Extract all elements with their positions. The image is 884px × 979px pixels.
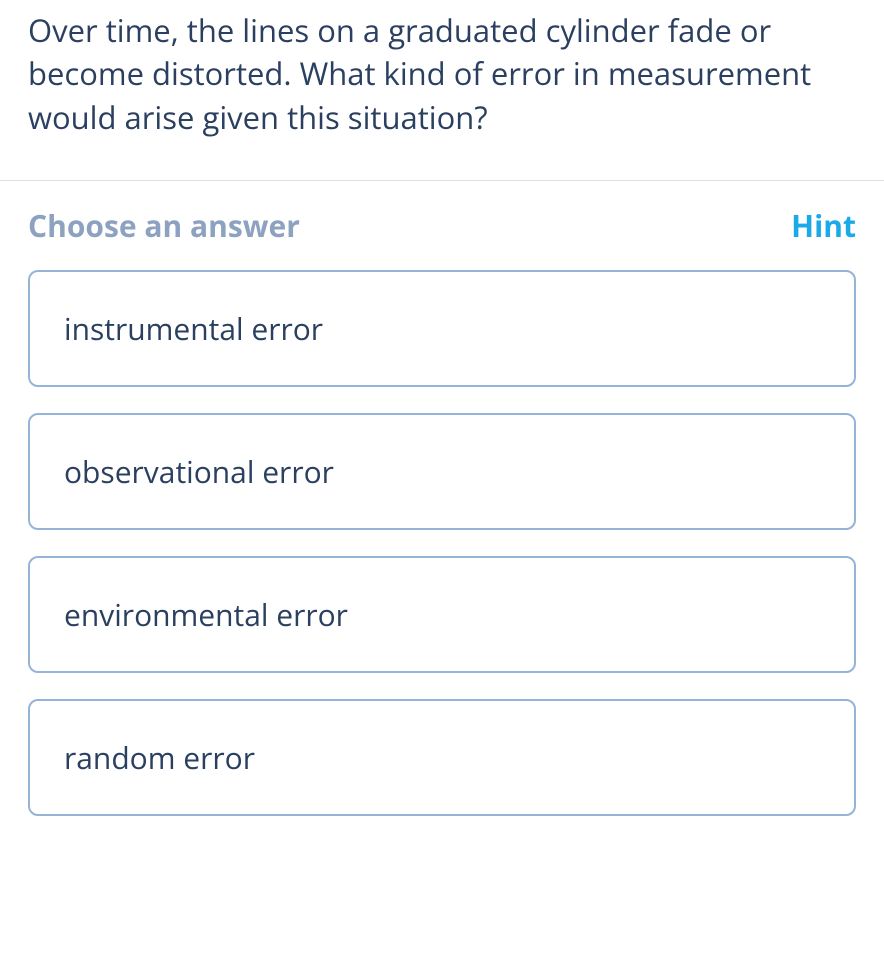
hint-link[interactable]: Hint [791, 205, 856, 246]
answer-options-list: instrumental error observational error e… [28, 270, 856, 816]
question-section: Over time, the lines on a graduated cyli… [0, 0, 884, 181]
answer-option-label: random error [64, 737, 255, 778]
answer-option-label: environmental error [64, 594, 348, 635]
answer-header: Choose an answer Hint [28, 205, 856, 246]
answer-option-environmental[interactable]: environmental error [28, 556, 856, 673]
answer-option-observational[interactable]: observational error [28, 413, 856, 530]
answer-option-label: instrumental error [64, 308, 323, 349]
answer-option-random[interactable]: random error [28, 699, 856, 816]
answer-option-instrumental[interactable]: instrumental error [28, 270, 856, 387]
answer-option-label: observational error [64, 451, 334, 492]
choose-answer-label: Choose an answer [28, 205, 300, 246]
question-text: Over time, the lines on a graduated cyli… [28, 10, 856, 140]
answer-section: Choose an answer Hint instrumental error… [0, 181, 884, 816]
